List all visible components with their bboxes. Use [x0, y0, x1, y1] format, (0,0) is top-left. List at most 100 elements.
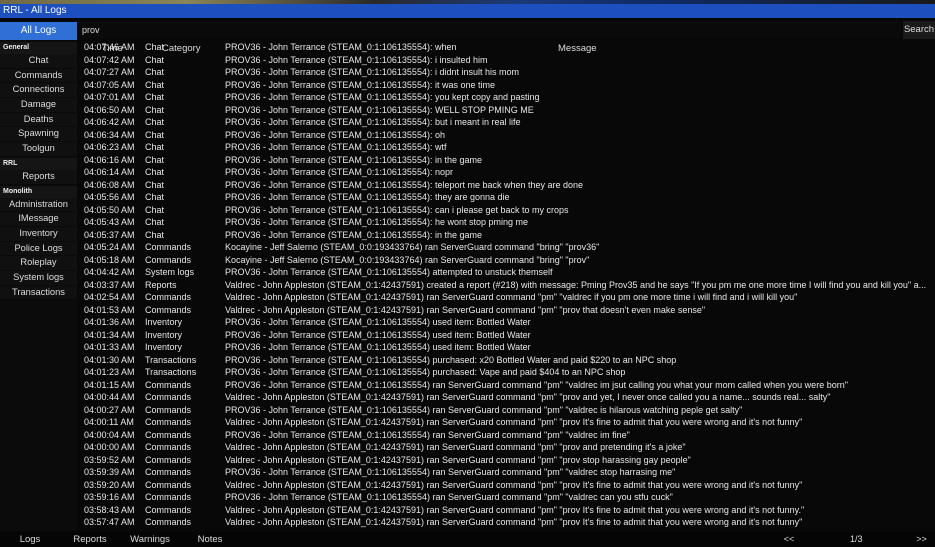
- table-row[interactable]: 04:03:37 AM Reports Valdrec - John Applest…: [82, 279, 935, 292]
- category-cell: Chat: [145, 67, 165, 77]
- category-cell: Commands: [145, 379, 192, 390]
- sidebar: General Chat Commands Connections Damage Deat…: [0, 41, 77, 531]
- sidebar-item-police-logs[interactable]: Police Logs: [0, 241, 77, 257]
- table-row[interactable]: 04:00:44 AM Commands Valdrec - John Apples…: [82, 391, 935, 404]
- table-row[interactable]: 04:07:42 AM Chat PROV36 - John Terrance (S…: [82, 54, 935, 67]
- time-cell: 04:05:24 AM: [84, 242, 135, 252]
- sidebar-item-transactions[interactable]: Transactions: [0, 285, 77, 301]
- time-cell: 04:01:34 AM: [84, 329, 135, 340]
- bottom-tab-warnings[interactable]: Warnings: [120, 532, 180, 547]
- table-row[interactable]: 04:00:00 AM Commands Valdrec - John Apples…: [82, 441, 935, 454]
- table-row[interactable]: 04:05:43 AM Chat PROV36 - John Terrance (S…: [82, 216, 935, 229]
- bottom-tab-notes[interactable]: Notes: [180, 532, 240, 547]
- sidebar-item-imessage[interactable]: IMessage: [0, 212, 77, 227]
- message-cell: PROV36 - John Terrance (STEAM_0:1:106135…: [225, 192, 510, 202]
- message-cell: PROV36 - John Terrance (STEAM_0:1:106135…: [225, 104, 534, 115]
- message-cell: Valdrec - John Appleston (STEAM_0:1:4243…: [225, 292, 798, 302]
- table-row[interactable]: 04:06:23 AM Chat PROV36 - John Terrance (S…: [82, 141, 935, 154]
- bottom-tab-reports[interactable]: Reports: [60, 532, 120, 547]
- next-page-button[interactable]: >>: [908, 532, 935, 547]
- table-row[interactable]: 03:59:52 AM Commands Valdrec - John Apples…: [82, 454, 935, 467]
- time-cell: 04:07:27 AM: [84, 67, 135, 77]
- table-row[interactable]: 04:07:01 AM Chat PROV36 - John Terrance (S…: [82, 91, 935, 104]
- table-row[interactable]: 04:05:24 AM Commands Kocayine - Jeff Saler…: [82, 241, 935, 254]
- sidebar-item-deaths[interactable]: Deaths: [0, 112, 77, 128]
- table-row[interactable]: 04:01:30 AM Transactions PROV36 - John Ter…: [82, 354, 935, 367]
- message-cell: PROV36 - John Terrance (STEAM_0:1:106135…: [225, 329, 531, 340]
- all-logs-button[interactable]: All Logs: [0, 22, 77, 40]
- search-input[interactable]: [79, 21, 901, 38]
- title-bar: RRL - All Logs: [0, 4, 935, 18]
- table-row[interactable]: 04:07:05 AM Chat PROV36 - John Terrance (S…: [82, 79, 935, 92]
- time-cell: 04:06:14 AM: [84, 167, 135, 177]
- table-row[interactable]: 04:05:18 AM Commands Kocayine - Jeff Saler…: [82, 254, 935, 267]
- message-cell: Kocayine - Jeff Salerno (STEAM_0:0:19343…: [225, 242, 600, 252]
- sidebar-item-chat[interactable]: Chat: [0, 54, 77, 69]
- category-cell: Commands: [145, 479, 192, 490]
- sidebar-item-spawning[interactable]: Spawning: [0, 127, 77, 143]
- table-row[interactable]: 04:05:37 AM Chat PROV36 - John Terrance (S…: [82, 229, 935, 242]
- table-row[interactable]: 04:06:08 AM Chat PROV36 - John Terrance (S…: [82, 179, 935, 192]
- sidebar-item-roleplay[interactable]: Roleplay: [0, 256, 77, 271]
- prev-page-button[interactable]: <<: [773, 532, 805, 547]
- message-cell: Valdrec - John Appleston (STEAM_0:1:4243…: [225, 279, 927, 290]
- table-row[interactable]: 04:06:50 AM Chat PROV36 - John Terrance (S…: [82, 104, 935, 117]
- category-cell: Commands: [145, 242, 192, 252]
- sidebar-item-commands[interactable]: Commands: [0, 68, 77, 84]
- table-row[interactable]: 04:06:14 AM Chat PROV36 - John Terrance (S…: [82, 166, 935, 179]
- table-row[interactable]: 04:06:16 AM Chat PROV36 - John Terrance (S…: [82, 154, 935, 167]
- table-row[interactable]: 03:59:20 AM Commands Valdrec - John Apples…: [82, 479, 935, 492]
- table-row[interactable]: 04:01:23 AM Transactions PROV36 - John Ter…: [82, 366, 935, 379]
- table-row[interactable]: 04:01:34 AM Inventory PROV36 - John Terran…: [82, 329, 935, 342]
- table-row[interactable]: 04:06:42 AM Chat PROV36 - John Terrance (S…: [82, 116, 935, 129]
- table-row[interactable]: 04:00:04 AM Commands PROV36 - John Terranc…: [82, 429, 935, 442]
- search-button[interactable]: Search: [903, 21, 935, 39]
- category-cell: Chat: [145, 129, 165, 140]
- sidebar-item-administration[interactable]: Administration: [0, 197, 77, 213]
- table-row[interactable]: 04:04:42 AM System logs PROV36 - John Terr…: [82, 266, 935, 279]
- table-row[interactable]: 04:01:36 AM Inventory PROV36 - John Terran…: [82, 316, 935, 329]
- table-row[interactable]: 04:05:50 AM Chat PROV36 - John Terrance (S…: [82, 204, 935, 217]
- message-cell: PROV36 - John Terrance (STEAM_0:1:106135…: [225, 467, 676, 477]
- table-row[interactable]: 04:06:34 AM Chat PROV36 - John Terrance (S…: [82, 129, 935, 142]
- sidebar-item-inventory[interactable]: Inventory: [0, 226, 77, 242]
- category-cell: Commands: [145, 417, 192, 427]
- category-cell: Chat: [145, 142, 165, 152]
- table-row[interactable]: 04:01:53 AM Commands Valdrec - John Apples…: [82, 304, 935, 317]
- table-row[interactable]: 03:59:39 AM Commands PROV36 - John Terranc…: [82, 466, 935, 479]
- category-cell: Chat: [145, 42, 165, 52]
- message-cell: PROV36 - John Terrance (STEAM_0:1:106135…: [225, 54, 488, 65]
- table-row[interactable]: 04:01:33 AM Inventory PROV36 - John Terran…: [82, 341, 935, 354]
- time-cell: 04:07:42 AM: [84, 54, 135, 65]
- sidebar-item-connections[interactable]: Connections: [0, 83, 77, 99]
- time-cell: 04:00:00 AM: [84, 442, 135, 452]
- message-cell: Valdrec - John Appleston (STEAM_0:1:4243…: [225, 517, 803, 527]
- table-row[interactable]: 03:58:43 AM Commands Valdrec - John Apples…: [82, 504, 935, 517]
- table-row[interactable]: 04:01:15 AM Commands PROV36 - John Terranc…: [82, 379, 935, 392]
- table-row[interactable]: 04:00:11 AM Commands Valdrec - John Apples…: [82, 416, 935, 429]
- category-cell: Chat: [145, 217, 165, 227]
- table-row[interactable]: 03:59:16 AM Commands PROV36 - John Terranc…: [82, 491, 935, 504]
- category-cell: Chat: [145, 154, 165, 165]
- table-row[interactable]: 03:57:47 AM Commands Valdrec - John Apples…: [82, 516, 935, 529]
- message-cell: PROV36 - John Terrance (STEAM_0:1:106135…: [225, 79, 495, 90]
- sidebar-item-damage[interactable]: Damage: [0, 98, 77, 113]
- category-cell: Chat: [145, 79, 165, 90]
- message-cell: Valdrec - John Appleston (STEAM_0:1:4243…: [225, 417, 803, 427]
- message-cell: PROV36 - John Terrance (STEAM_0:1:106135…: [225, 492, 673, 502]
- table-row[interactable]: 04:07:46 AM Chat PROV36 - John Terrance (S…: [82, 41, 935, 54]
- table-row[interactable]: 04:02:54 AM Commands Valdrec - John Apples…: [82, 291, 935, 304]
- table-row[interactable]: 04:05:56 AM Chat PROV36 - John Terrance (S…: [82, 191, 935, 204]
- time-cell: 04:01:15 AM: [84, 379, 135, 390]
- category-cell: Reports: [145, 279, 177, 290]
- time-cell: 04:07:46 AM: [84, 42, 135, 52]
- table-row[interactable]: 04:00:27 AM Commands PROV36 - John Terranc…: [82, 404, 935, 417]
- sidebar-item-reports[interactable]: Reports: [0, 169, 77, 185]
- message-cell: PROV36 - John Terrance (STEAM_0:1:106135…: [225, 354, 677, 365]
- table-row[interactable]: 04:07:27 AM Chat PROV36 - John Terrance (S…: [82, 66, 935, 79]
- message-cell: PROV36 - John Terrance (STEAM_0:1:106135…: [225, 129, 445, 140]
- sidebar-item-toolgun[interactable]: Toolgun: [0, 142, 77, 157]
- bottom-tab-logs[interactable]: Logs: [0, 532, 60, 547]
- time-cell: 04:01:36 AM: [84, 317, 135, 327]
- sidebar-item-system-logs[interactable]: System logs: [0, 270, 77, 286]
